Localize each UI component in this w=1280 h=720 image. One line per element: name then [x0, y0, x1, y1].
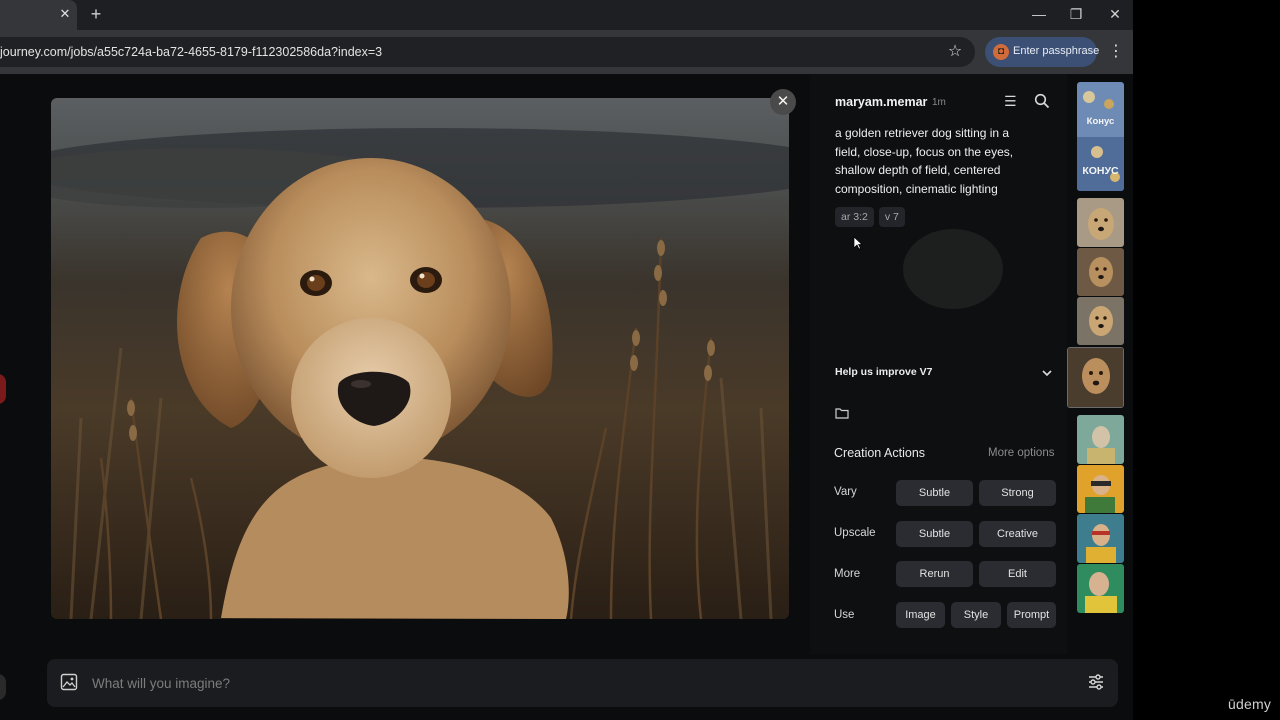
settings-sliders-icon[interactable]	[1087, 673, 1105, 691]
window-close-button[interactable]: ✕	[1103, 4, 1127, 24]
generated-image[interactable]	[51, 98, 789, 619]
thumbnail-selected[interactable]	[1067, 347, 1124, 408]
thumbnail-image	[1077, 198, 1124, 247]
thumbnail-image	[1077, 465, 1124, 513]
thumbnail-text: Конус	[1087, 116, 1115, 127]
midjourney-page: ✕ maryam.memar 1m ☰ a golden retriever d…	[0, 74, 1133, 720]
letterbox-area	[1133, 0, 1280, 720]
enter-passphrase-button[interactable]: ◘ Enter passphrase	[985, 37, 1100, 67]
thumbnail-image: Конус КОНУС	[1077, 82, 1124, 191]
add-image-icon[interactable]	[60, 673, 78, 691]
edge-indicator	[0, 374, 6, 404]
thumbnail-image	[1077, 514, 1124, 563]
vary-label: Vary	[834, 486, 857, 498]
thumbnail-image	[1077, 564, 1124, 613]
chevron-down-icon[interactable]	[1040, 366, 1054, 380]
use-image-button[interactable]: Image	[896, 602, 945, 628]
param-chip[interactable]: ar 3:2	[835, 207, 874, 227]
thumbnail[interactable]	[1077, 297, 1124, 345]
thumbnail-image	[1077, 248, 1124, 296]
upscale-subtle-button[interactable]: Subtle	[896, 521, 973, 547]
use-prompt-button[interactable]: Prompt	[1007, 602, 1056, 628]
udemy-watermark: ūdemy	[1228, 696, 1272, 712]
folder-icon[interactable]	[835, 407, 849, 419]
upscale-creative-button[interactable]: Creative	[979, 521, 1056, 547]
new-tab-button[interactable]: +	[86, 4, 106, 24]
thumbnail[interactable]	[1077, 465, 1124, 513]
restore-button[interactable]: ❐	[1064, 4, 1088, 24]
vary-subtle-button[interactable]: Subtle	[896, 480, 973, 506]
golden-retriever-image	[51, 98, 789, 619]
thumbnail[interactable]	[1077, 248, 1124, 296]
time-ago: 1m	[932, 97, 946, 108]
watermark-shape	[903, 229, 1003, 309]
edit-button[interactable]: Edit	[979, 561, 1056, 587]
extension-icon: ◘	[993, 44, 1009, 60]
rerun-button[interactable]: Rerun	[896, 561, 973, 587]
thumbnail-image	[1077, 415, 1124, 464]
address-bar[interactable]: journey.com/jobs/a55c724a-ba72-4655-8179…	[0, 37, 975, 67]
passphrase-label: Enter passphrase	[1013, 45, 1100, 57]
menu-icon[interactable]: ☰	[1004, 93, 1020, 109]
thumbnail-image	[1068, 348, 1123, 407]
mouse-cursor-icon	[853, 236, 863, 250]
url-text[interactable]: journey.com/jobs/a55c724a-ba72-4655-8179…	[0, 45, 382, 59]
thumbnail-text: КОНУС	[1082, 165, 1119, 177]
tab-close-icon[interactable]: ✕	[56, 5, 74, 23]
browser-toolbar: journey.com/jobs/a55c724a-ba72-4655-8179…	[0, 30, 1133, 74]
more-label: More	[834, 568, 861, 580]
parameter-chips: ar 3:2 v 7	[835, 207, 905, 227]
imagine-bar	[47, 659, 1118, 707]
search-icon[interactable]	[1034, 93, 1050, 109]
minimize-button[interactable]: —	[1027, 4, 1051, 24]
thumbnail[interactable]	[1077, 564, 1124, 613]
bookmark-star-icon[interactable]: ☆	[945, 42, 965, 62]
thumbnail-image	[1077, 297, 1124, 345]
vary-strong-button[interactable]: Strong	[979, 480, 1056, 506]
author-name[interactable]: maryam.memar	[835, 95, 927, 109]
close-viewer-button[interactable]: ✕	[770, 89, 796, 115]
use-label: Use	[834, 609, 855, 621]
thumbnail[interactable]	[1077, 514, 1124, 563]
upscale-label: Upscale	[834, 527, 876, 539]
use-style-button[interactable]: Style	[951, 602, 1001, 628]
creation-actions-title: Creation Actions	[834, 446, 926, 460]
browser-menu-icon[interactable]: ⋮	[1106, 41, 1126, 63]
thumbnail[interactable]: Конус КОНУС	[1077, 82, 1124, 191]
browser-tab[interactable]: ✕	[0, 0, 77, 30]
help-improve-label[interactable]: Help us improve V7	[835, 366, 932, 378]
thumbnail[interactable]	[1077, 198, 1124, 247]
thumbnail[interactable]	[1077, 415, 1124, 464]
more-options-link[interactable]: More options	[988, 447, 1054, 459]
prompt-text[interactable]: a golden retriever dog sitting in a fiel…	[835, 124, 1035, 198]
details-panel: maryam.memar 1m ☰ a golden retriever dog…	[810, 74, 1067, 654]
browser-tabstrip: ✕ + — ❐ ✕	[0, 0, 1133, 30]
edge-indicator	[0, 674, 6, 700]
imagine-input[interactable]	[92, 671, 1052, 695]
